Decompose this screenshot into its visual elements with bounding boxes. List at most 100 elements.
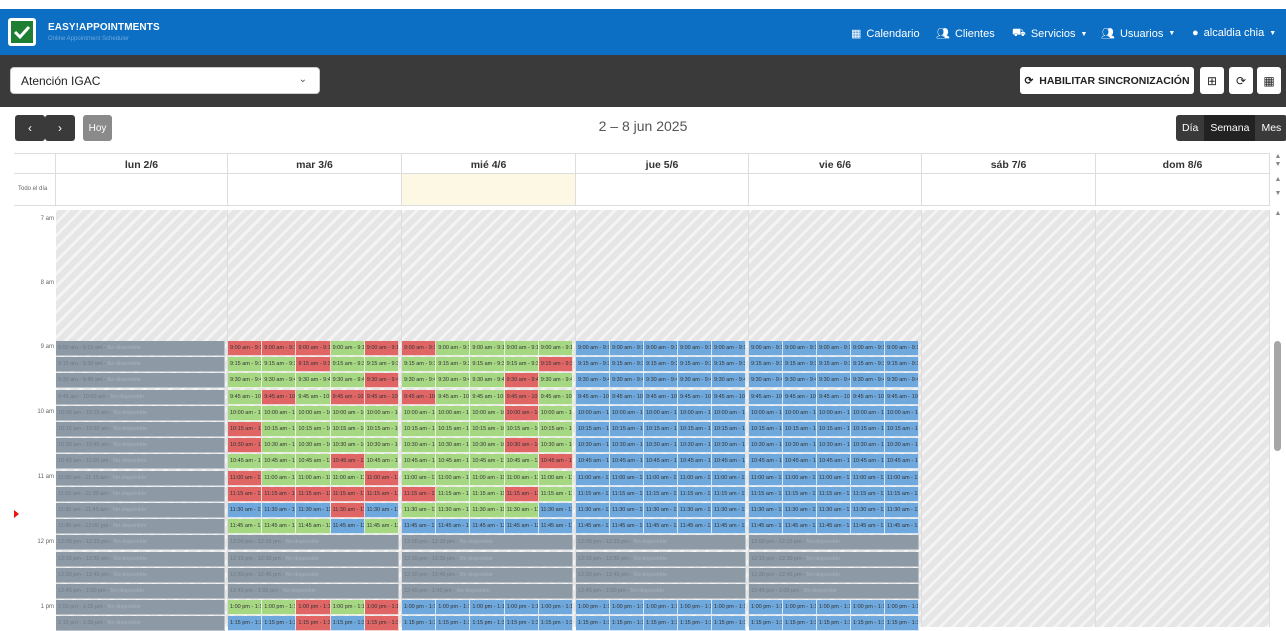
appointment-event[interactable]: 10:15 am - 10:30 am [262, 422, 297, 437]
appointment-event[interactable]: 9:45 am - 10:00 am [885, 389, 919, 405]
allday-cell[interactable] [1096, 174, 1270, 206]
appointment-event[interactable]: 9:30 am - 9:45 am [644, 373, 678, 389]
appointment-event[interactable]: 11:45 am - 12:00 pm [851, 519, 885, 535]
unavailable-slot[interactable]: 10:00 am - 10:15 am - No disponible [56, 405, 225, 421]
appointment-event[interactable]: 10:00 am - 10:15 am [296, 405, 331, 421]
day-column[interactable] [922, 210, 1096, 627]
appointment-event[interactable]: 11:00 am - 11:15 am [364, 470, 399, 486]
appointment-event[interactable]: 9:45 am - 10:00 am [851, 389, 885, 405]
appointment-event[interactable]: 9:00 am - 9:15 am [644, 341, 678, 356]
appointment-event[interactable]: 9:00 am - 9:15 am [817, 341, 851, 356]
nav-services[interactable]: ⛟ Servicios ▼ [1012, 27, 1087, 41]
appointment-event[interactable]: 11:45 am - 12:00 pm [712, 519, 746, 535]
appointment-event[interactable]: 10:00 am - 10:15 am [538, 405, 573, 421]
appointment-event[interactable]: 1:15 pm - 1:30 pm [644, 616, 678, 631]
appointment-event[interactable]: 10:00 am - 10:15 am [851, 405, 885, 421]
appointment-event[interactable]: 11:30 am - 11:45 am [296, 503, 331, 518]
appointment-event[interactable]: 10:00 am - 10:15 am [436, 405, 471, 421]
appointment-event[interactable]: 9:30 am - 9:45 am [330, 373, 365, 389]
appointment-event[interactable]: 10:45 am - 11:00 am [576, 454, 610, 470]
appointment-event[interactable]: 1:00 pm - 1:15 pm [644, 600, 678, 616]
appointment-event[interactable]: 11:00 am - 11:15 am [610, 470, 644, 486]
appointment-event[interactable]: 9:45 am - 10:00 am [296, 389, 331, 405]
appointment-event[interactable]: 10:30 am - 10:45 am [262, 438, 297, 454]
enable-sync-button[interactable]: ⟳ HABILITAR SINCRONIZACIÓN [1020, 67, 1194, 94]
appointment-event[interactable]: 1:00 pm - 1:15 pm [885, 600, 919, 616]
appointment-event[interactable]: 11:15 am - 11:30 am [749, 486, 783, 502]
appointment-event[interactable]: 9:15 am - 9:30 am [504, 357, 539, 373]
table-view-button[interactable]: ▦ [1257, 67, 1281, 94]
appointment-event[interactable]: 11:15 am - 11:30 am [330, 486, 365, 502]
appointment-event[interactable]: 9:00 am - 9:15 am [262, 341, 297, 356]
appointment-event[interactable]: 11:00 am - 11:15 am [330, 470, 365, 486]
appointment-event[interactable]: 9:30 am - 9:45 am [712, 373, 746, 389]
appointment-event[interactable]: 10:15 am - 10:30 am [712, 422, 746, 437]
appointment-event[interactable]: 10:45 am - 11:00 am [783, 454, 817, 470]
appointment-event[interactable]: 11:30 am - 11:45 am [885, 503, 919, 518]
appointment-event[interactable]: 10:15 am - 10:30 am [783, 422, 817, 437]
appointment-event[interactable]: 9:30 am - 9:45 am [783, 373, 817, 389]
appointment-event[interactable]: 1:15 pm - 1:30 pm [364, 616, 399, 631]
appointment-event[interactable]: 10:00 am - 10:15 am [644, 405, 678, 421]
appointment-event[interactable]: 9:00 am - 9:15 am [296, 341, 331, 356]
appointment-event[interactable]: 9:45 am - 10:00 am [504, 389, 539, 405]
add-appointment-button[interactable]: ⊞ [1200, 67, 1224, 94]
scroll-down-icon[interactable]: ▼ [1273, 190, 1283, 197]
appointment-event[interactable]: 9:30 am - 9:45 am [885, 373, 919, 389]
appointment-event[interactable]: 11:15 am - 11:30 am [610, 486, 644, 502]
appointment-event[interactable]: 9:30 am - 9:45 am [402, 373, 437, 389]
appointment-event[interactable]: 11:15 am - 11:30 am [644, 486, 678, 502]
appointment-event[interactable]: 10:45 am - 11:00 am [330, 454, 365, 470]
appointment-event[interactable]: 1:15 pm - 1:30 pm [436, 616, 471, 631]
unavailable-slot[interactable]: 12:45 pm - 1:00 pm - No disponible [402, 584, 573, 599]
appointment-event[interactable]: 9:30 am - 9:45 am [749, 373, 783, 389]
appointment-event[interactable]: 11:45 am - 12:00 pm [678, 519, 712, 535]
appointment-event[interactable]: 11:00 am - 11:15 am [402, 470, 437, 486]
appointment-event[interactable]: 11:15 am - 11:30 am [576, 486, 610, 502]
appointment-event[interactable]: 10:00 am - 10:15 am [262, 405, 297, 421]
appointment-event[interactable]: 11:45 am - 12:00 pm [504, 519, 539, 535]
day-header[interactable]: jue 5/6 [576, 154, 749, 174]
appointment-event[interactable]: 1:00 pm - 1:15 pm [470, 600, 505, 616]
appointment-event[interactable]: 9:15 am - 9:30 am [885, 357, 919, 373]
appointment-event[interactable]: 10:00 am - 10:15 am [402, 405, 437, 421]
unavailable-slot[interactable]: 1:15 pm - 1:30 pm - No disponible [56, 616, 225, 631]
appointment-event[interactable]: 10:30 am - 10:45 am [228, 438, 263, 454]
appointment-event[interactable]: 10:00 am - 10:15 am [364, 405, 399, 421]
appointment-event[interactable]: 11:15 am - 11:30 am [851, 486, 885, 502]
appointment-event[interactable]: 10:15 am - 10:30 am [538, 422, 573, 437]
appointment-event[interactable]: 11:30 am - 11:45 am [678, 503, 712, 518]
unavailable-slot[interactable]: 12:15 pm - 12:30 pm - No disponible [228, 551, 399, 567]
appointment-event[interactable]: 11:15 am - 11:30 am [885, 486, 919, 502]
appointment-event[interactable]: 9:15 am - 9:30 am [538, 357, 573, 373]
appointment-event[interactable]: 9:45 am - 10:00 am [330, 389, 365, 405]
appointment-event[interactable]: 1:15 pm - 1:30 pm [228, 616, 263, 631]
appointment-event[interactable]: 9:15 am - 9:30 am [364, 357, 399, 373]
appointment-event[interactable]: 10:45 am - 11:00 am [885, 454, 919, 470]
appointment-event[interactable]: 11:00 am - 11:15 am [228, 470, 263, 486]
appointment-event[interactable]: 10:45 am - 11:00 am [817, 454, 851, 470]
appointment-event[interactable]: 1:15 pm - 1:30 pm [538, 616, 573, 631]
appointment-event[interactable]: 9:30 am - 9:45 am [436, 373, 471, 389]
appointment-event[interactable]: 10:30 am - 10:45 am [470, 438, 505, 454]
appointment-event[interactable]: 11:00 am - 11:15 am [470, 470, 505, 486]
appointment-event[interactable]: 1:00 pm - 1:15 pm [262, 600, 297, 616]
unavailable-slot[interactable]: 9:00 am - 9:15 am - No disponible [56, 341, 225, 356]
appointment-event[interactable]: 1:15 pm - 1:30 pm [262, 616, 297, 631]
appointment-event[interactable]: 10:30 am - 10:45 am [296, 438, 331, 454]
appointment-event[interactable]: 10:15 am - 10:30 am [851, 422, 885, 437]
appointment-event[interactable]: 10:30 am - 10:45 am [364, 438, 399, 454]
appointment-event[interactable]: 9:45 am - 10:00 am [262, 389, 297, 405]
appointment-event[interactable]: 1:00 pm - 1:15 pm [402, 600, 437, 616]
day-header[interactable]: lun 2/6 [56, 154, 228, 174]
appointment-event[interactable]: 11:30 am - 11:45 am [576, 503, 610, 518]
appointment-event[interactable]: 9:45 am - 10:00 am [228, 389, 263, 405]
nav-account[interactable]: ● alcaldia chia ▼ [1192, 27, 1276, 39]
allday-cell[interactable] [228, 174, 402, 206]
appointment-event[interactable]: 10:45 am - 11:00 am [364, 454, 399, 470]
appointment-event[interactable]: 1:00 pm - 1:15 pm [678, 600, 712, 616]
appointment-event[interactable]: 10:30 am - 10:45 am [749, 438, 783, 454]
appointment-event[interactable]: 11:15 am - 11:30 am [402, 486, 437, 502]
appointment-event[interactable]: 9:45 am - 10:00 am [470, 389, 505, 405]
unavailable-slot[interactable]: 10:15 am - 10:30 am - No disponible [56, 422, 225, 437]
